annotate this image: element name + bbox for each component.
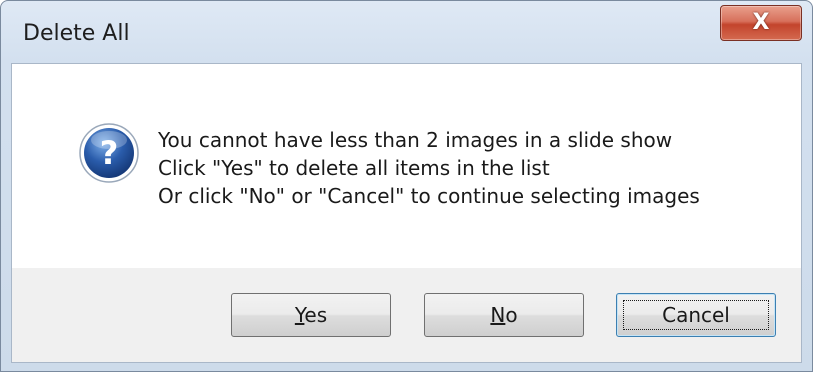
yes-label-rest: es <box>304 303 328 327</box>
no-label-rest: o <box>505 303 518 327</box>
question-icon: ? <box>79 123 139 183</box>
message-text: You cannot have less than 2 images in a … <box>158 126 700 210</box>
message-line-2: Click "Yes" to delete all items in the l… <box>158 156 550 180</box>
no-mnemonic: N <box>490 303 506 327</box>
cancel-button[interactable]: Cancel <box>616 293 776 337</box>
cancel-label: Cancel <box>662 303 730 327</box>
yes-button[interactable]: Yes <box>231 293 391 337</box>
close-button[interactable]: X <box>720 5 802 41</box>
question-glyph: ? <box>100 134 119 172</box>
message-line-3: Or click "No" or "Cancel" to continue se… <box>158 184 700 208</box>
dialog-title: Delete All <box>23 21 130 46</box>
close-icon: X <box>752 10 770 35</box>
dialog-window: Delete All X ? You cannot have less than… <box>0 0 813 372</box>
yes-mnemonic: Y <box>294 303 305 327</box>
no-button[interactable]: No <box>424 293 584 337</box>
title-bar[interactable]: Delete All X <box>1 1 812 63</box>
message-line-1: You cannot have less than 2 images in a … <box>158 128 673 152</box>
dialog-body: ? You cannot have less than 2 images in … <box>11 63 802 363</box>
message-area: ? You cannot have less than 2 images in … <box>12 64 801 268</box>
